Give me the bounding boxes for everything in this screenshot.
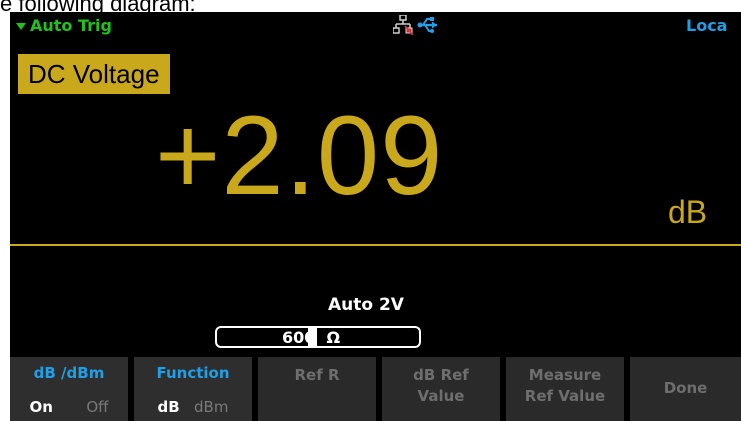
softkey-db-ref-value[interactable]: dB Ref Value — [382, 357, 500, 421]
softkey-db-dbm-title: dB /dBm — [33, 364, 105, 382]
softkey-function-options: dB dBm — [134, 398, 252, 416]
lan-icon — [393, 15, 413, 35]
divider-line — [10, 244, 741, 246]
trigger-arrow-icon — [16, 23, 26, 30]
trigger-status: Auto Trig — [16, 16, 112, 35]
caption-text: e following diagram: — [0, 0, 196, 16]
softkey-measure-line1: Measure — [528, 366, 602, 384]
option-off: Off — [86, 398, 109, 416]
softkey-measure-ref-value[interactable]: Measure Ref Value — [506, 357, 624, 421]
softkey-measure-line2: Ref Value — [524, 387, 606, 405]
remote-status: Loca — [686, 16, 728, 35]
softkey-db-ref-line1: dB Ref — [413, 366, 469, 384]
main-reading: +2.09 — [155, 93, 444, 218]
softkey-bar: dB /dBm On Off Function dB dBm Ref R dB … — [10, 357, 741, 421]
softkey-function-title: Function — [156, 364, 230, 382]
softkey-ref-r-label: Ref R — [294, 366, 340, 384]
option-db: dB — [157, 398, 180, 416]
softkey-done-label: Done — [663, 379, 708, 397]
trigger-label: Auto Trig — [30, 16, 112, 35]
softkey-ref-r[interactable]: Ref R — [258, 357, 376, 421]
reading-unit: dB — [668, 194, 708, 230]
softkey-db-dbm-options: On Off — [10, 398, 128, 416]
option-on: On — [29, 398, 53, 416]
input-cursor — [308, 328, 317, 346]
range-indicator: Auto 2V — [328, 295, 404, 315]
option-dbm: dBm — [194, 398, 229, 416]
ref-value-unit: Ω — [326, 328, 341, 347]
status-bar: Auto Trig Loca — [10, 12, 741, 38]
softkey-done[interactable]: Done — [630, 357, 741, 421]
multimeter-screen: Auto Trig Loca DC Voltage +2.09 dB Auto … — [10, 12, 741, 421]
softkey-function[interactable]: Function dB dBm — [134, 357, 252, 421]
function-label: DC Voltage — [18, 54, 170, 94]
usb-icon — [417, 17, 437, 33]
softkey-db-dbm-toggle[interactable]: dB /dBm On Off — [10, 357, 128, 421]
softkey-db-ref-line2: Value — [417, 387, 465, 405]
